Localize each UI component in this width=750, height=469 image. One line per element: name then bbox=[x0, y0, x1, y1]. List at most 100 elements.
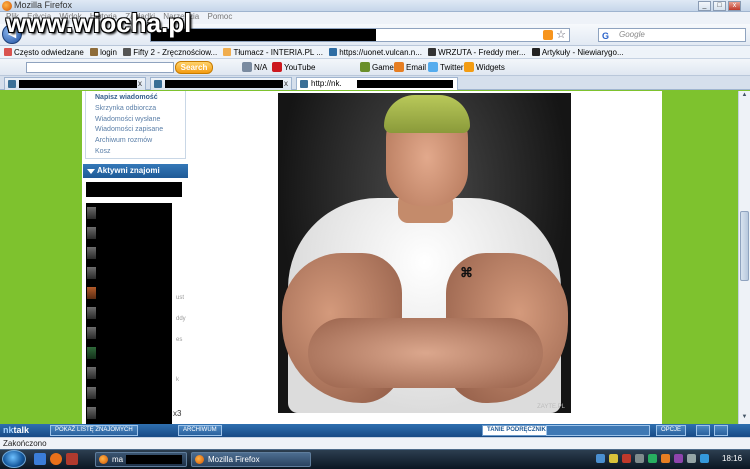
tray-app-icon[interactable] bbox=[674, 454, 683, 463]
toolbar-search-input[interactable] bbox=[26, 62, 174, 73]
tray-volume-icon[interactable] bbox=[687, 454, 696, 463]
friend-avatar[interactable] bbox=[87, 367, 96, 379]
close-tab-icon[interactable]: x bbox=[284, 78, 288, 90]
scroll-up-icon[interactable]: ▲ bbox=[740, 92, 749, 101]
friend-name-fragment: ddy bbox=[176, 316, 186, 322]
tab-1[interactable]: x bbox=[4, 77, 146, 90]
inbox-link[interactable]: Skrzynka odbiorcza bbox=[95, 105, 156, 112]
friend-name-fragment: k bbox=[176, 377, 179, 383]
bookmark-item[interactable]: Tłumacz - INTERIA.PL ... bbox=[223, 46, 323, 58]
tray-app-icon[interactable] bbox=[648, 454, 657, 463]
site-watermark: www.wiocha.pl bbox=[6, 8, 192, 38]
tab-3-active[interactable]: http://nk. bbox=[296, 77, 458, 90]
show-friends-button[interactable]: POKAŻ LISTĘ ZNAJOMYCH bbox=[50, 425, 138, 436]
quicklaunch-desktop-icon[interactable] bbox=[34, 453, 46, 465]
bookmark-icon bbox=[223, 48, 232, 56]
redacted-tab-title bbox=[19, 80, 137, 88]
scrollbar-thumb[interactable] bbox=[740, 211, 749, 281]
tray-app-icon[interactable] bbox=[635, 454, 644, 463]
friend-avatar[interactable] bbox=[87, 327, 96, 339]
status-bar: Zakończono bbox=[0, 437, 750, 449]
quicklaunch-firefox-icon[interactable] bbox=[50, 453, 62, 465]
nktalk-bar: nktalk POKAŻ LISTĘ ZNAJOMYCH ARCHIWUM TA… bbox=[0, 424, 750, 437]
friend-avatar[interactable] bbox=[87, 387, 96, 399]
cheap-textbooks-button[interactable]: TANIE PODRĘCZNIKI bbox=[482, 425, 553, 436]
write-message-link[interactable]: Napisz wiadomość bbox=[95, 94, 158, 101]
profile-photo[interactable]: ⌘ ZAYTE.PL bbox=[278, 93, 571, 413]
minimize-button[interactable]: _ bbox=[698, 1, 711, 11]
saved-messages-link[interactable]: Wiadomości zapisane bbox=[95, 126, 163, 133]
toolbar-item-email[interactable]: Email bbox=[394, 61, 426, 74]
friend-avatar[interactable] bbox=[87, 307, 96, 319]
star-icon[interactable]: ☆ bbox=[556, 28, 566, 41]
games-icon bbox=[360, 62, 370, 72]
url-bar[interactable]: ☆ bbox=[150, 28, 570, 42]
toolbar-search-button[interactable]: Search bbox=[175, 61, 213, 74]
nk-favicon-icon bbox=[154, 80, 162, 88]
tab-2[interactable]: x bbox=[150, 77, 292, 90]
bookmark-item[interactable]: https://uonet.vulcan.n... bbox=[329, 46, 422, 58]
tray-power-icon[interactable] bbox=[700, 454, 709, 463]
friend-avatar[interactable] bbox=[87, 227, 96, 239]
taskbar-clock[interactable]: 18:16 bbox=[722, 450, 742, 468]
tray-network-icon[interactable] bbox=[596, 454, 605, 463]
friend-avatar[interactable] bbox=[87, 407, 96, 419]
photo-hair bbox=[384, 95, 470, 133]
nktalk-slider[interactable] bbox=[546, 425, 650, 436]
toolbar-item-twitter[interactable]: Twitter bbox=[428, 61, 464, 74]
bookmarks-toolbar: Często odwiedzane login Fifty 2 - Zręczn… bbox=[0, 46, 750, 59]
bookmark-item[interactable]: login bbox=[90, 46, 117, 58]
search-input[interactable]: G Google bbox=[598, 28, 746, 42]
friend-avatar[interactable] bbox=[87, 347, 96, 359]
toolbar-item-youtube[interactable]: YouTube bbox=[272, 61, 315, 74]
redacted-block bbox=[86, 203, 172, 424]
bookmark-item[interactable]: WRZUTA - Freddy mer... bbox=[428, 46, 526, 58]
chevron-down-icon bbox=[87, 169, 95, 174]
toolbar-item-widgets[interactable]: Widgets bbox=[464, 61, 505, 74]
close-window-button[interactable]: x bbox=[728, 1, 741, 11]
chat-archive-link[interactable]: Archiwum rozmów bbox=[95, 137, 152, 144]
bookmark-icon bbox=[428, 48, 437, 56]
taskbar-item-firefox[interactable]: Mozilla Firefox bbox=[191, 452, 311, 467]
photo-credit: ZAYTE.PL bbox=[537, 404, 565, 410]
close-tab-icon[interactable]: x bbox=[138, 78, 142, 90]
friend-avatar[interactable] bbox=[87, 247, 96, 259]
bookmark-icon bbox=[90, 48, 99, 56]
addon-toolbar: Search N/A YouTube Games Email Twitter W… bbox=[0, 59, 750, 76]
widgets-icon bbox=[464, 62, 474, 72]
popout-chat-icon[interactable] bbox=[714, 425, 728, 436]
rss-icon[interactable] bbox=[543, 30, 553, 40]
shirt-logo-icon: ⌘ bbox=[460, 265, 473, 280]
bookmark-item[interactable]: Artykuły - Niewiarygo... bbox=[531, 46, 624, 58]
nk-favicon-icon bbox=[300, 80, 308, 88]
options-button[interactable]: OPCJE bbox=[656, 425, 687, 436]
tray-antivirus-icon[interactable] bbox=[622, 454, 631, 463]
active-friends-header[interactable]: Aktywni znajomi bbox=[83, 164, 188, 178]
toolbar-item-games[interactable]: Games bbox=[360, 61, 398, 74]
quicklaunch-app-icon[interactable] bbox=[66, 453, 78, 465]
friend-avatar[interactable] bbox=[87, 267, 96, 279]
start-button[interactable] bbox=[2, 450, 26, 468]
bookmark-icon bbox=[329, 48, 338, 56]
bookmark-icon bbox=[4, 48, 12, 56]
archive-button[interactable]: ARCHIWUM bbox=[178, 425, 222, 436]
taskbar-item-1[interactable]: ma bbox=[95, 452, 187, 467]
email-icon bbox=[394, 62, 404, 72]
nktalk-logo: nktalk bbox=[3, 425, 30, 435]
friend-count: x3 bbox=[173, 409, 182, 418]
tray-security-icon[interactable] bbox=[609, 454, 618, 463]
toolbar-item-na[interactable]: N/A bbox=[242, 61, 267, 74]
trash-link[interactable]: Kosz bbox=[95, 148, 111, 155]
maximize-button[interactable]: □ bbox=[713, 1, 726, 11]
page-scrollbar[interactable]: ▲ ▼ bbox=[738, 91, 750, 424]
sent-messages-link[interactable]: Wiadomości wysłane bbox=[95, 116, 160, 123]
friend-avatar[interactable] bbox=[87, 287, 96, 299]
bookmark-item[interactable]: Fifty 2 - Zręcznościow... bbox=[123, 46, 217, 58]
tray-app-icon[interactable] bbox=[661, 454, 670, 463]
menu-item-help[interactable]: Pomoc bbox=[207, 12, 232, 21]
bookmark-item[interactable]: Często odwiedzane bbox=[4, 46, 84, 58]
google-icon: G bbox=[602, 31, 610, 41]
scroll-down-icon[interactable]: ▼ bbox=[740, 414, 749, 423]
minimize-chat-icon[interactable] bbox=[696, 425, 710, 436]
friend-avatar[interactable] bbox=[87, 207, 96, 219]
